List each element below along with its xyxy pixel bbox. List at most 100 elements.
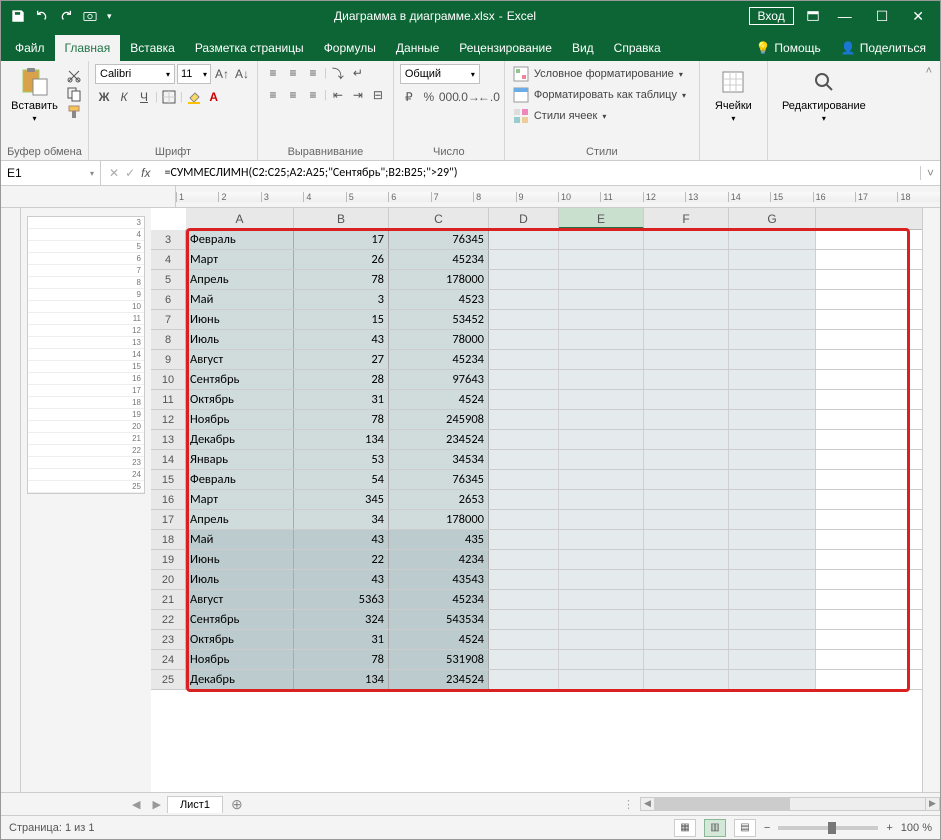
orientation-icon[interactable]: ⤵ <box>329 64 347 82</box>
align-top-icon[interactable]: ≡ <box>264 64 282 82</box>
scroll-left-icon[interactable]: ◀ <box>641 798 655 810</box>
worksheet[interactable]: ABCDEFG 3Февраль17763454Март26452345Апре… <box>151 208 922 792</box>
cell[interactable] <box>729 250 816 269</box>
cell[interactable] <box>644 390 729 409</box>
editing-button[interactable]: Редактирование▾ <box>774 64 874 123</box>
cell[interactable]: Январь <box>186 450 294 469</box>
cell[interactable] <box>644 290 729 309</box>
cell[interactable] <box>489 370 559 389</box>
cell[interactable]: 54 <box>294 470 389 489</box>
fill-color-icon[interactable] <box>185 88 203 106</box>
cell[interactable] <box>729 550 816 569</box>
cell[interactable] <box>559 570 644 589</box>
zoom-in-icon[interactable]: + <box>886 822 892 834</box>
cut-icon[interactable] <box>66 68 82 84</box>
tab-formulas[interactable]: Формулы <box>314 35 386 61</box>
cell[interactable]: 34 <box>294 510 389 529</box>
cell[interactable] <box>489 470 559 489</box>
cell[interactable] <box>729 490 816 509</box>
decrease-indent-icon[interactable]: ⇤ <box>329 86 347 104</box>
cell[interactable]: Сентябрь <box>186 370 294 389</box>
cell[interactable] <box>729 310 816 329</box>
cell[interactable]: Декабрь <box>186 430 294 449</box>
cell[interactable]: Ноябрь <box>186 410 294 429</box>
decrease-decimal-icon[interactable]: ←.0 <box>480 88 498 106</box>
tab-home[interactable]: Главная <box>55 35 121 61</box>
page-thumbnail[interactable]: 345678910111213141516171819202122232425 <box>27 216 145 494</box>
cell[interactable] <box>729 510 816 529</box>
cell[interactable] <box>489 450 559 469</box>
row-header[interactable]: 15 <box>151 470 186 489</box>
cell[interactable]: 31 <box>294 630 389 649</box>
cell[interactable]: 178000 <box>389 510 489 529</box>
border-icon[interactable] <box>160 88 178 106</box>
cell[interactable] <box>644 470 729 489</box>
cell[interactable]: 78000 <box>389 330 489 349</box>
cell[interactable] <box>489 270 559 289</box>
cell[interactable] <box>489 430 559 449</box>
tab-view[interactable]: Вид <box>562 35 604 61</box>
cell[interactable] <box>729 290 816 309</box>
cell[interactable]: 31 <box>294 390 389 409</box>
cell[interactable]: 435 <box>389 530 489 549</box>
cell[interactable]: Ноябрь <box>186 650 294 669</box>
horizontal-scrollbar[interactable]: ◀ ▶ <box>640 797 940 811</box>
cell[interactable] <box>644 570 729 589</box>
cell[interactable]: Июнь <box>186 550 294 569</box>
cell[interactable] <box>489 570 559 589</box>
cell[interactable] <box>559 270 644 289</box>
cell[interactable]: 3 <box>294 290 389 309</box>
cell[interactable]: 134 <box>294 430 389 449</box>
tab-layout[interactable]: Разметка страницы <box>185 35 314 61</box>
cell[interactable] <box>644 550 729 569</box>
cell[interactable] <box>489 630 559 649</box>
tellme-button[interactable]: 💡Помощь <box>745 35 830 61</box>
cell[interactable] <box>729 630 816 649</box>
cell[interactable]: Апрель <box>186 270 294 289</box>
align-bottom-icon[interactable]: ≡ <box>304 64 322 82</box>
maximize-icon[interactable]: ☐ <box>870 8 895 25</box>
cell[interactable] <box>644 370 729 389</box>
view-page-layout-icon[interactable]: ▥ <box>704 819 726 837</box>
cell[interactable]: Август <box>186 350 294 369</box>
col-header-F[interactable]: F <box>644 208 729 229</box>
view-page-break-icon[interactable]: ▤ <box>734 819 756 837</box>
align-right-icon[interactable]: ≡ <box>304 86 322 104</box>
cell[interactable] <box>729 370 816 389</box>
cell[interactable]: Февраль <box>186 470 294 489</box>
number-format-select[interactable]: Общий▾ <box>400 64 480 84</box>
cell[interactable]: 53452 <box>389 310 489 329</box>
cell[interactable] <box>559 410 644 429</box>
cell[interactable]: 78 <box>294 270 389 289</box>
cell[interactable] <box>489 330 559 349</box>
cell[interactable] <box>559 310 644 329</box>
row-header[interactable]: 24 <box>151 650 186 669</box>
bold-button[interactable]: Ж <box>95 88 113 106</box>
cell[interactable] <box>729 590 816 609</box>
cell[interactable] <box>644 270 729 289</box>
align-center-icon[interactable]: ≡ <box>284 86 302 104</box>
cell[interactable] <box>644 670 729 689</box>
col-header-D[interactable]: D <box>489 208 559 229</box>
cell[interactable] <box>729 570 816 589</box>
cell[interactable]: Декабрь <box>186 670 294 689</box>
cell[interactable] <box>729 390 816 409</box>
cell[interactable] <box>489 510 559 529</box>
font-color-icon[interactable]: A <box>205 88 223 106</box>
cell[interactable] <box>559 290 644 309</box>
cell[interactable] <box>729 610 816 629</box>
cell[interactable]: 45234 <box>389 250 489 269</box>
cell[interactable] <box>489 350 559 369</box>
undo-icon[interactable] <box>35 9 49 23</box>
cell[interactable] <box>644 530 729 549</box>
cell[interactable] <box>559 230 644 249</box>
cell[interactable] <box>559 250 644 269</box>
cell[interactable]: Март <box>186 250 294 269</box>
cell[interactable] <box>489 610 559 629</box>
enter-formula-icon[interactable]: ✓ <box>125 166 135 180</box>
cell[interactable] <box>729 350 816 369</box>
cell[interactable] <box>644 430 729 449</box>
cell[interactable] <box>489 310 559 329</box>
decrease-font-icon[interactable]: A↓ <box>233 65 251 83</box>
tab-review[interactable]: Рецензирование <box>449 35 562 61</box>
